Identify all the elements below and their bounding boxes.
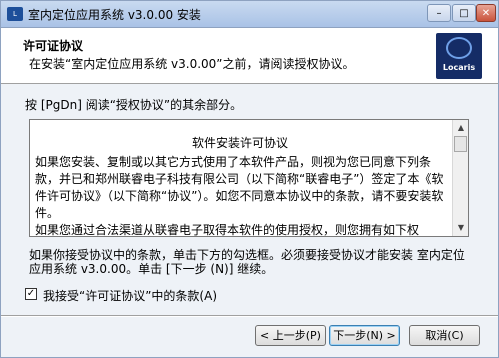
close-button[interactable]: ✕: [476, 4, 496, 22]
accept-note: 如果你接受协议中的条款，单击下方的勾选框。必须要接受协议才能安装 室内定位应用系…: [29, 248, 465, 276]
accept-checkbox-label[interactable]: 我接受“许可证协议”中的条款(A): [43, 287, 217, 304]
license-paragraph: 如果您安装、复制或以其它方式使用了本软件产品，则视为您已同意下列条款，并已和郑州…: [35, 155, 444, 220]
page-title: 许可证协议: [23, 39, 84, 53]
footer-divider: [1, 315, 498, 317]
accept-checkbox[interactable]: ✓: [25, 288, 37, 300]
license-heading: 软件安装许可协议: [191, 136, 288, 150]
read-instruction: 按 [PgDn] 阅读“授权协议”的其余部分。: [25, 98, 243, 112]
maximize-button[interactable]: □: [452, 4, 476, 22]
scroll-thumb[interactable]: [454, 136, 467, 152]
page-header: 许可证协议 在安装“室内定位应用系统 v3.0.00”之前，请阅读授权协议。 L…: [1, 28, 498, 84]
next-button[interactable]: 下一步(N) >: [329, 325, 400, 346]
window-title: 室内定位应用系统 v3.0.00 安装: [28, 8, 201, 22]
logo-ring-icon: [446, 37, 472, 59]
back-button[interactable]: < 上一步(P): [255, 325, 326, 346]
vertical-scrollbar[interactable]: ▲ ▼: [452, 120, 468, 236]
installer-window: L 室内定位应用系统 v3.0.00 安装 – □ ✕ 许可证协议 在安装“室内…: [0, 0, 499, 358]
page-subtitle: 在安装“室内定位应用系统 v3.0.00”之前，请阅读授权协议。: [29, 57, 355, 71]
scroll-down-icon[interactable]: ▼: [454, 221, 468, 235]
logo-text: Locaris: [442, 63, 476, 72]
license-paragraph: 如果您通过合法渠道从联睿电子取得本软件的使用授权，则您拥有如下权: [35, 223, 420, 237]
cancel-button[interactable]: 取消(C): [409, 325, 480, 346]
minimize-button[interactable]: –: [427, 4, 451, 22]
app-icon: L: [7, 7, 23, 21]
license-text-area[interactable]: 软件安装许可协议 如果您安装、复制或以其它方式使用了本软件产品，则视为您已同意下…: [29, 119, 469, 237]
title-bar[interactable]: L 室内定位应用系统 v3.0.00 安装 – □ ✕: [1, 1, 498, 28]
locaris-logo: Locaris: [436, 33, 482, 79]
scroll-up-icon[interactable]: ▲: [454, 121, 468, 135]
